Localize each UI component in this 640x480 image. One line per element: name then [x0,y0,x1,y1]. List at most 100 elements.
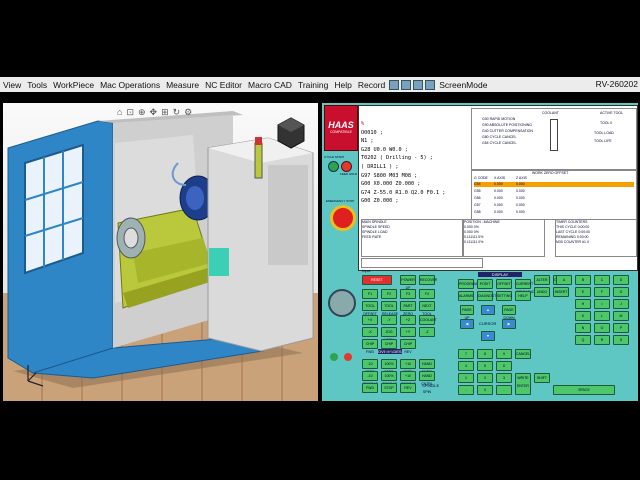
jog-lock-key[interactable]: JOG LOCK [381,327,397,342]
chip-rev-key[interactable]: CHIP REV [400,339,416,354]
settings-icon[interactable]: ⚙ [184,107,192,118]
menu-tools[interactable]: Tools [24,80,50,90]
menu-screen-mode[interactable]: ScreenMode [436,80,490,90]
override-key[interactable]: +10 FEED RATE [400,359,416,382]
override-key[interactable]: -10 SPINDLE [362,371,378,386]
alpha-key-p[interactable]: P [613,323,629,333]
help-key[interactable]: HELP [515,291,531,301]
alpha-key-k[interactable]: K [575,311,591,321]
screenmode-icon[interactable] [425,79,436,90]
jog-minus-y-key[interactable]: -Y [381,315,397,325]
cursor-left-key[interactable]: ◀ [460,319,474,329]
alpha-key-e[interactable]: E [575,287,591,297]
num-key-3[interactable]: 3 [496,373,512,383]
cancel-key[interactable]: CANCEL [515,349,531,359]
num-key-7[interactable]: 7 [458,349,474,359]
undo-key[interactable]: UNDO [534,287,550,297]
jog-plus-y-key[interactable]: +Y [400,327,416,337]
override-key[interactable]: 100% FEED RATE [381,359,397,382]
menu-workpiece[interactable]: WorkPiece [50,80,97,90]
jog-plus-z-key[interactable]: +Z [400,315,416,325]
num-key-2[interactable]: 2 [477,373,493,383]
num-key-5[interactable]: 5 [477,361,493,371]
menu-nc-editor[interactable]: NC Editor [202,80,245,90]
alpha-key-q[interactable]: Q [575,335,591,345]
offset-key[interactable]: OFFSET [496,279,512,289]
setting-key[interactable]: SETTING [496,291,512,301]
alpha-key-j[interactable]: J [613,299,629,309]
alpha-key-m[interactable]: M [613,311,629,321]
home-view-icon[interactable]: ⌂ [117,107,122,118]
cursor-up-key[interactable]: ▲ [481,305,495,315]
menu-mac-operations[interactable]: Mac Operations [97,80,163,90]
alpha-key-n[interactable]: N [575,323,591,333]
menu-training[interactable]: Training [295,80,331,90]
part-zero-set-key[interactable]: PART ZERO SET [400,301,416,324]
alarms-key[interactable]: ALARMS [458,291,474,301]
chip-fwd-key[interactable]: CHIP FWD [362,339,378,354]
spindle-stop-key[interactable]: STOP [381,383,397,393]
num-key-4[interactable]: 4 [458,361,474,371]
insert-key[interactable]: INSERT [553,287,569,297]
program-line[interactable]: ( DRILL1 ) ; [361,163,467,172]
spindle-fwd-key[interactable]: FWD [362,383,378,393]
override-key[interactable]: +10 SPINDLE [400,371,416,386]
zoom-region-icon[interactable]: ⊡ [126,107,134,118]
zoom-icon[interactable]: ⊕ [138,107,146,118]
next-tool-key[interactable]: NEXT TOOL [419,301,435,316]
camera-icon[interactable] [401,79,412,90]
f1-key[interactable]: F1 [362,289,378,299]
page-up-key[interactable]: PAGE UP [460,305,474,320]
menu-view[interactable]: View [0,80,24,90]
program-line[interactable]: G28 U0.0 W0.0 ; [361,146,467,155]
program-line[interactable]: G00 X0.000 Z0.000 ; [361,180,467,189]
alpha-key-d[interactable]: D [613,275,629,285]
alpha-key-b[interactable]: B [575,275,591,285]
num-key-9[interactable]: 9 [496,349,512,359]
num-key-8[interactable]: 8 [477,349,493,359]
chip-stop-key[interactable]: CHIP STOP [381,339,397,354]
window-icon[interactable] [413,79,424,90]
input-line[interactable]: Input: [361,258,483,273]
menu-macro-cad[interactable]: Macro CAD [245,80,295,90]
num-key-6[interactable]: 6 [496,361,512,371]
program-line[interactable]: G00 Z0.000 ; [361,197,467,206]
table-row[interactable]: G56 0.000 0.000 [474,196,538,201]
shift-key[interactable]: SHIFT [534,373,550,383]
cursor-down-key[interactable]: ▼ [481,331,495,341]
alpha-key-a[interactable]: A [556,275,572,285]
num-key-dot[interactable]: . [496,385,512,395]
power-on-button[interactable] [330,353,338,361]
feed-hold-button[interactable] [341,161,352,172]
posit-key[interactable]: POSIT [477,279,493,289]
coolant-key[interactable]: COOLANT [419,315,437,325]
menu-measure[interactable]: Measure [163,80,202,90]
program-line[interactable]: % [361,120,467,129]
machine-3d-viewport[interactable]: ⌂ ⊡ ⊕ ✥ ⊞ ↻ ⚙ [3,103,318,401]
program-line[interactable]: O0010 ; [361,129,467,138]
program-key[interactable]: PROGRAM [458,279,477,289]
f3-key[interactable]: F3 [400,289,416,299]
override-key[interactable]: -10 FEED RATE [362,359,378,382]
alpha-key-g[interactable]: G [613,287,629,297]
override-key[interactable]: 100% SPINDLE [381,371,397,386]
rotate-icon[interactable]: ↻ [173,107,181,118]
alpha-key-o[interactable]: O [594,323,610,333]
program-line[interactable]: T0202 ( Drilling - 5) ; [361,154,467,163]
alpha-key-l[interactable]: L [594,311,610,321]
emergency-stop-button[interactable] [330,205,356,231]
cursor-right-key[interactable]: ▶ [502,319,516,329]
fit-icon[interactable]: ⊞ [161,107,169,118]
table-row[interactable]: G54 0.000 0.000 [474,182,634,187]
cycle-start-button[interactable] [328,161,339,172]
table-row[interactable]: G58 0.000 0.000 [474,210,538,215]
f4-key[interactable]: F4 [419,289,435,299]
alpha-key-h[interactable]: H [575,299,591,309]
f2-key[interactable]: F2 [381,289,397,299]
power-up-key[interactable]: POWER UP [400,275,416,290]
menu-record[interactable]: Record [355,80,388,90]
current-commands-key[interactable]: CURRENT COMMANDS [515,279,537,294]
table-row[interactable]: G57 0.000 0.000 [474,203,538,208]
spindle-rev-key[interactable]: REV [400,383,416,393]
jog-minus-z-key[interactable]: -Z [419,327,435,337]
